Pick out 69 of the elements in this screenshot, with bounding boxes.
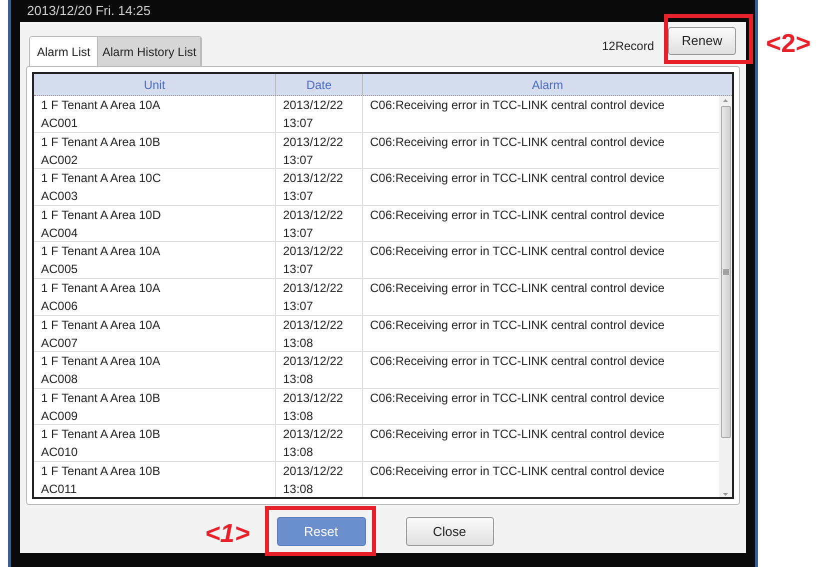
- table-cell-text: C06:Receiving error in TCC-LINK central control device: [369, 353, 666, 370]
- cell-line: 2013/12/22: [283, 462, 344, 480]
- cell-line: 13:07: [283, 261, 314, 278]
- cell-line: AC007: [41, 334, 79, 352]
- cell-line: 13:07: [283, 298, 314, 315]
- cell-line: 1 F Tenant A Area 10B: [41, 134, 162, 151]
- cell-line: 2013/12/22: [283, 97, 344, 114]
- cell-line: 2013/12/22: [283, 280, 344, 297]
- cell-line: 2013/12/22: [283, 353, 344, 370]
- table-cell-text: C06:Receiving error in TCC-LINK central control device: [369, 243, 666, 260]
- cell-line: 1 F Tenant A Area 10A: [41, 280, 162, 297]
- column-header: Unit: [34, 74, 276, 95]
- scrollbar[interactable]: [719, 96, 732, 497]
- cell-line: 1 F Tenant A Area 10B: [41, 462, 162, 480]
- cell-line: 1 F Tenant A Area 10D: [41, 206, 162, 224]
- cell-line: 13:08: [283, 408, 314, 425]
- cell-line: 1 F Tenant A Area 10A: [41, 97, 162, 114]
- grip-icon: [722, 269, 728, 275]
- renew-button[interactable]: Renew: [668, 27, 736, 55]
- table-cell-text: C06:Receiving error in TCC-LINK central control device: [369, 134, 666, 151]
- cell-line: 2013/12/22: [283, 170, 344, 188]
- table-cell-text: C06:Receiving error in TCC-LINK central control device: [369, 280, 666, 297]
- callout-label: <2>: [766, 27, 811, 60]
- table-cell-text: C06:Receiving error in TCC-LINK central control device: [369, 426, 666, 444]
- cell-line: AC002: [41, 152, 79, 169]
- table-cell-text: C06:Receiving error in TCC-LINK central control device: [369, 170, 666, 188]
- column-header: Alarm: [530, 76, 564, 94]
- cell-line: 1 F Tenant A Area 10C: [41, 170, 162, 188]
- cell-line: 13:07: [283, 224, 314, 242]
- cell-line: AC004: [41, 224, 79, 242]
- cell-line: 2013/12/22: [283, 426, 344, 444]
- cell-line: AC003: [41, 188, 79, 206]
- cell-line: AC011: [41, 480, 78, 497]
- cell-line: AC010: [41, 444, 79, 462]
- cell-line: 13:08: [283, 371, 314, 388]
- cell-line: 1 F Tenant A Area 10B: [41, 390, 162, 407]
- cell-line: 1 F Tenant A Area 10B: [41, 426, 162, 444]
- tab[interactable]: Alarm List: [30, 37, 98, 66]
- callout-label: <1>: [205, 517, 250, 550]
- cell-line: 2013/12/22: [283, 206, 344, 224]
- tab[interactable]: Alarm History List: [98, 37, 202, 66]
- cell-line: 2013/12/22: [283, 390, 344, 407]
- cell-line: 13:07: [283, 188, 314, 206]
- table-cell-text: C06:Receiving error in TCC-LINK central control device: [369, 390, 666, 407]
- cell-line: AC008: [41, 371, 79, 388]
- cell-line: 2013/12/22: [283, 134, 344, 151]
- cell-line: AC001: [41, 115, 79, 132]
- table-cell-text: C06:Receiving error in TCC-LINK central control device: [369, 206, 666, 224]
- cell-line: 1 F Tenant A Area 10A: [41, 353, 162, 370]
- cell-line: 2013/12/22: [283, 316, 344, 334]
- cell-line: 2013/12/22: [283, 243, 344, 260]
- record-count: 12Record: [602, 38, 654, 55]
- column-header: Date: [276, 74, 363, 95]
- cell-line: AC005: [41, 261, 79, 278]
- cell-line: 13:07: [283, 115, 314, 132]
- date-time: 2013/12/20 Fri. 14:25: [26, 2, 152, 20]
- table-cell-text: C06:Receiving error in TCC-LINK central control device: [369, 462, 666, 480]
- cell-line: 13:08: [283, 444, 314, 462]
- cell-line: 1 F Tenant A Area 10A: [41, 316, 162, 334]
- close-button[interactable]: Close: [406, 517, 494, 546]
- table-cell-text: C06:Receiving error in TCC-LINK central control device: [369, 316, 666, 334]
- cell-line: AC009: [41, 408, 79, 425]
- cell-line: 13:08: [283, 334, 314, 352]
- cell-line: 13:08: [283, 480, 314, 497]
- cell-line: AC006: [41, 298, 79, 315]
- cell-line: 13:07: [283, 152, 314, 169]
- scroll-thumb[interactable]: [720, 106, 730, 438]
- table-cell-text: C06:Receiving error in TCC-LINK central control device: [369, 97, 666, 114]
- cell-line: 1 F Tenant A Area 10A: [41, 243, 162, 260]
